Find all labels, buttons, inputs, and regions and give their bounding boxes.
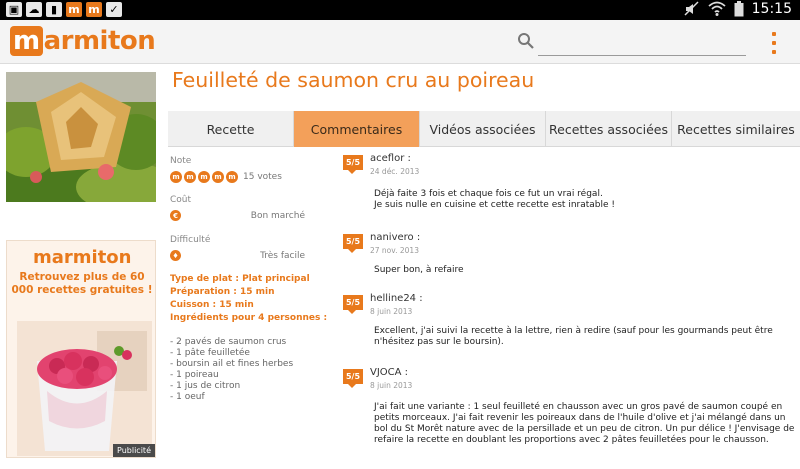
recipe-specs: Type de plat : Plat principal Préparatio… xyxy=(170,273,335,325)
ad-text: Retrouvez plus de 60 000 recettes gratui… xyxy=(11,271,153,296)
comment-author[interactable]: aceflor : xyxy=(370,153,411,164)
comment-item: 5/5 helline24 : 8 juin 2013 Excellent, j… xyxy=(343,292,798,362)
wifi-icon xyxy=(708,1,726,16)
app-bar: m armiton xyxy=(0,20,800,64)
cout-label: Coût xyxy=(170,195,192,205)
sim-icon: ▮ xyxy=(46,2,62,17)
ad-raspberry-image xyxy=(17,321,152,456)
clipboard-check-icon: ✓ xyxy=(106,2,122,17)
difficulte-row: ♦ Très facile xyxy=(170,250,335,261)
marmiton-notification-icon: m xyxy=(66,2,82,17)
logo-badge: m xyxy=(10,26,43,56)
recipe-photo[interactable] xyxy=(6,72,156,202)
ingredients-list: - 2 pavés de saumon crus - 1 pâte feuill… xyxy=(170,337,335,403)
comment-author[interactable]: helline24 : xyxy=(370,293,423,304)
battery-icon xyxy=(734,1,744,17)
overflow-menu-icon[interactable] xyxy=(770,32,778,54)
euro-icon: € xyxy=(170,210,181,221)
difficulte-value: Très facile xyxy=(260,250,305,261)
comment-text: J'ai fait une variante : 1 seul feuillet… xyxy=(374,402,797,446)
ad-brand: marmiton xyxy=(33,247,132,268)
marmiton-notification-icon: m xyxy=(86,2,102,17)
comment-line: J'ai fait une variante : 1 seul feuillet… xyxy=(374,402,783,412)
spec-type: Type de plat : Plat principal xyxy=(170,274,310,284)
ingredient-item: - 1 jus de citron xyxy=(170,381,241,391)
tab-recettes-associees[interactable]: Recettes associées xyxy=(546,111,672,147)
comment-line: n'hésitez pas sur le boursin). xyxy=(374,337,504,347)
ingredient-item: - 1 oeuf xyxy=(170,392,205,402)
comment-date: 27 nov. 2013 xyxy=(370,246,419,255)
recipe-photo-graphic xyxy=(6,72,156,202)
system-icons: 15:15 xyxy=(684,1,792,17)
comment-item: 5/5 VJOCA : 8 juin 2013 J'ai fait une va… xyxy=(343,366,798,466)
comment-rating-badge: 5/5 xyxy=(343,369,363,388)
rating-icon: m xyxy=(212,171,224,183)
rating-icon: m xyxy=(198,171,210,183)
difficulte-label: Difficulté xyxy=(170,235,211,245)
cloud-upload-icon: ☁ xyxy=(26,2,42,17)
comment-line: Super bon, à refaire xyxy=(374,265,464,275)
tab-videos-associees[interactable]: Vidéos associées xyxy=(420,111,546,147)
comment-line: bol du St Morêt nature avec de la persil… xyxy=(374,424,795,434)
tab-recettes-similaires[interactable]: Recettes similaires xyxy=(672,111,800,147)
comment-author[interactable]: VJOCA : xyxy=(370,367,408,378)
rating-icon: m xyxy=(170,171,182,183)
comment-date: 24 déc. 2013 xyxy=(370,167,420,176)
tab-bar: Recette Commentaires Vidéos associées Re… xyxy=(168,111,800,147)
comment-date: 8 juin 2013 xyxy=(370,307,413,316)
recipe-info-panel: Note m m m m m 15 votes Coût € Bon march… xyxy=(170,156,335,403)
mute-icon xyxy=(684,1,699,16)
ingredient-item: - 1 pâte feuilletée xyxy=(170,348,250,358)
marmiton-logo[interactable]: m armiton xyxy=(10,26,156,56)
comment-text: Excellent, j'ai suivi la recette à la le… xyxy=(374,326,797,348)
comment-rating-badge: 5/5 xyxy=(343,295,363,314)
comment-text: Super bon, à refaire xyxy=(374,265,797,276)
comment-line: petits morceaux. J'ai fait revenir les p… xyxy=(374,413,786,423)
ad-badge: Publicité xyxy=(113,444,155,457)
search-icon[interactable] xyxy=(517,32,535,50)
comment-line: refaire la recette en doublant les propo… xyxy=(374,435,769,445)
tab-commentaires[interactable]: Commentaires xyxy=(294,111,420,147)
comment-line: Excellent, j'ai suivi la recette à la le… xyxy=(374,326,773,336)
search-input[interactable] xyxy=(538,34,746,56)
ingredient-item: - 2 pavés de saumon crus xyxy=(170,337,287,347)
spec-cuisson: Cuisson : 15 min xyxy=(170,300,254,310)
rating-icon: m xyxy=(184,171,196,183)
ingredient-item: - 1 poireau xyxy=(170,370,219,380)
status-bar: ▣ ☁ ▮ m m ✓ 15:15 xyxy=(0,0,800,20)
rating: m m m m m 15 votes xyxy=(170,171,335,183)
rating-icon: m xyxy=(226,171,238,183)
comment-line: Je suis nulle en cuisine et cette recett… xyxy=(374,200,615,210)
spec-ingredients-header: Ingrédients pour 4 personnes : xyxy=(170,313,328,323)
comment-item: 5/5 aceflor : 24 déc. 2013 Déjà faite 3 … xyxy=(343,152,798,222)
spec-preparation: Préparation : 15 min xyxy=(170,287,275,297)
cout-row: € Bon marché xyxy=(170,210,335,221)
advertisement[interactable]: marmiton Retrouvez plus de 60 000 recett… xyxy=(6,240,156,458)
comment-author[interactable]: nanivero : xyxy=(370,232,420,243)
recipe-title: Feuilleté de saumon cru au poireau xyxy=(172,68,535,92)
comment-rating-badge: 5/5 xyxy=(343,155,363,174)
comment-rating-badge: 5/5 xyxy=(343,234,363,253)
votes-count: 15 votes xyxy=(243,172,282,182)
chef-hat-icon: ♦ xyxy=(170,250,181,261)
image-icon: ▣ xyxy=(6,2,22,17)
comment-date: 8 juin 2013 xyxy=(370,381,413,390)
comment-line: Déjà faite 3 fois et chaque fois ce fut … xyxy=(374,189,603,199)
note-label: Note xyxy=(170,156,192,166)
comment-item: 5/5 nanivero : 27 nov. 2013 Super bon, à… xyxy=(343,231,798,291)
cout-value: Bon marché xyxy=(250,210,305,221)
notification-icons: ▣ ☁ ▮ m m ✓ xyxy=(6,2,122,17)
logo-text: armiton xyxy=(43,26,156,56)
ingredient-item: - boursin ail et fines herbes xyxy=(170,359,294,369)
comment-text: Déjà faite 3 fois et chaque fois ce fut … xyxy=(374,189,797,211)
clock: 15:15 xyxy=(751,1,792,17)
tab-recette[interactable]: Recette xyxy=(168,111,294,147)
